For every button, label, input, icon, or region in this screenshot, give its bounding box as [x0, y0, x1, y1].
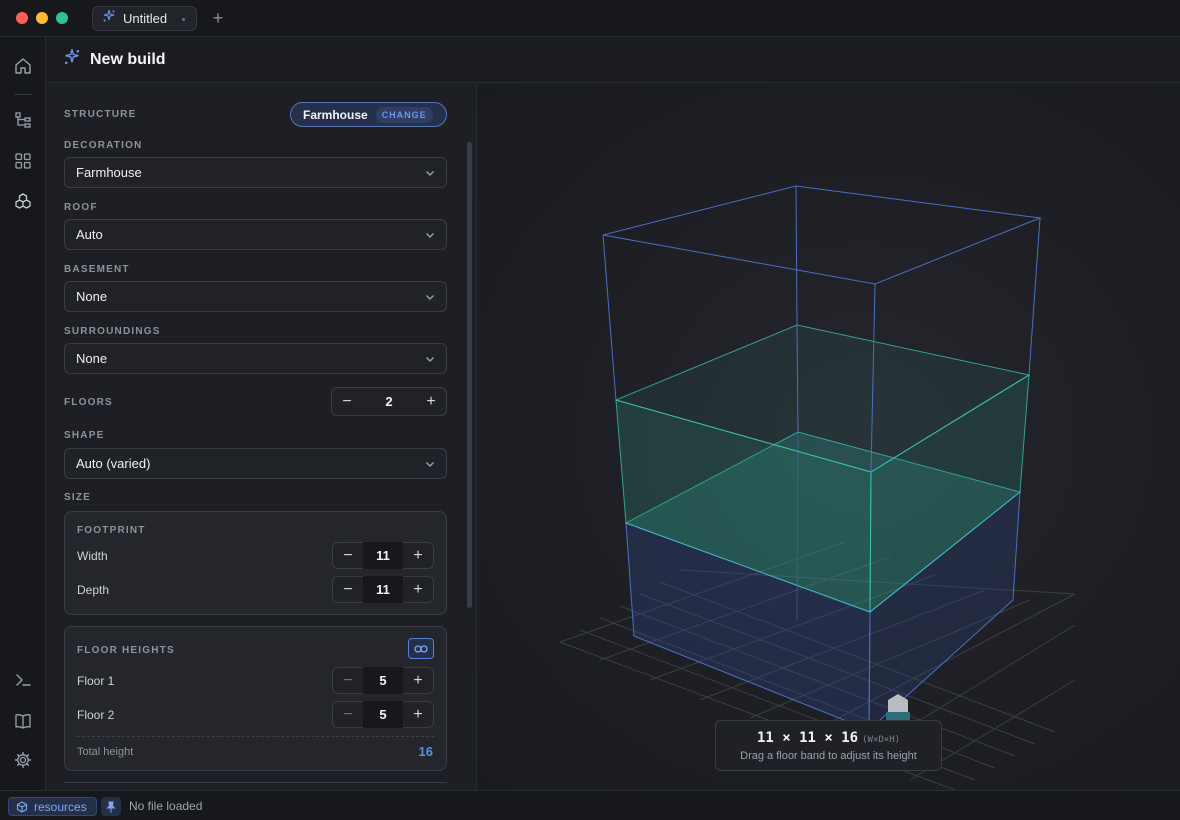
structure-pill[interactable]: Farmhouse CHANGE: [290, 102, 447, 127]
total-height-value: 16: [418, 744, 433, 759]
surroundings-select[interactable]: None: [64, 343, 447, 374]
file-status: No file loaded: [129, 799, 203, 813]
floors-increment-button[interactable]: +: [416, 388, 446, 415]
floor-1-decrement-button[interactable]: −: [333, 667, 363, 694]
terminal-icon[interactable]: [11, 668, 35, 692]
tab-close-dot[interactable]: [182, 18, 185, 21]
floors-decrement-button[interactable]: −: [332, 388, 362, 415]
floor-1-label: Floor 1: [77, 674, 115, 688]
title-bar: Untitled +: [0, 0, 1180, 37]
left-rail: [0, 37, 46, 790]
chevron-down-icon: [426, 171, 434, 176]
floor-2-decrement-button[interactable]: −: [333, 701, 363, 728]
gear-icon[interactable]: [11, 748, 35, 772]
tab-label: Untitled: [123, 11, 168, 26]
pin-button[interactable]: [101, 797, 121, 816]
floors-stepper[interactable]: − 2 +: [331, 387, 447, 416]
sparkle-icon: [102, 9, 116, 28]
decoration-select[interactable]: Farmhouse: [64, 157, 447, 188]
decoration-label: DECORATION: [64, 140, 143, 151]
roof-select[interactable]: Auto: [64, 219, 447, 250]
floor-2-label: Floor 2: [77, 708, 115, 722]
close-window-button[interactable]: [16, 12, 28, 24]
next-section-edge: [64, 782, 447, 783]
roof-value: Auto: [76, 227, 103, 242]
shape-select[interactable]: Auto (varied): [64, 448, 447, 479]
status-bar: resources No file loaded: [0, 790, 1180, 820]
viewport-hint: Drag a floor band to adjust its height: [740, 750, 917, 762]
decoration-value: Farmhouse: [76, 165, 142, 180]
footprint-label: FOOTPRINT: [77, 525, 146, 536]
shape-value: Auto (varied): [76, 456, 151, 471]
floor-1-stepper[interactable]: − 5 +: [332, 667, 434, 694]
panel-scrollbar[interactable]: [467, 142, 472, 608]
floor-2-stepper[interactable]: − 5 +: [332, 701, 434, 728]
structure-value: Farmhouse: [303, 107, 368, 122]
tree-icon[interactable]: [11, 108, 35, 132]
width-label: Width: [77, 549, 108, 563]
basement-label: BASEMENT: [64, 264, 130, 275]
pin-icon: [106, 801, 116, 812]
minimize-window-button[interactable]: [36, 12, 48, 24]
floor-1-value[interactable]: 5: [363, 667, 403, 694]
depth-decrement-button[interactable]: −: [333, 576, 363, 603]
building-preview[interactable]: [478, 84, 1180, 790]
rail-divider: [14, 94, 32, 95]
roof-label: ROOF: [64, 202, 98, 213]
floor-1-increment-button[interactable]: +: [403, 667, 433, 694]
surroundings-value: None: [76, 351, 108, 366]
new-tab-button[interactable]: +: [209, 8, 227, 28]
book-icon[interactable]: [11, 709, 35, 733]
depth-value[interactable]: 11: [363, 576, 403, 603]
width-increment-button[interactable]: +: [403, 542, 433, 569]
total-height-label: Total height: [77, 746, 134, 758]
sparkle-icon: [63, 48, 81, 71]
chevron-down-icon: [426, 233, 434, 238]
depth-label: Depth: [77, 583, 110, 597]
width-stepper[interactable]: − 11 +: [332, 542, 434, 569]
depth-stepper[interactable]: − 11 +: [332, 576, 434, 603]
home-icon[interactable]: [11, 54, 35, 78]
surroundings-label: SURROUNDINGS: [64, 326, 161, 337]
link-icon: [414, 644, 428, 653]
resources-button[interactable]: resources: [8, 797, 97, 816]
chevron-down-icon: [426, 295, 434, 300]
tab-untitled[interactable]: Untitled: [92, 6, 197, 31]
resources-label: resources: [34, 799, 87, 814]
floor-2-value[interactable]: 5: [363, 701, 403, 728]
grid-icon[interactable]: [11, 149, 35, 173]
cube-icon: [16, 800, 28, 813]
footprint-card: FOOTPRINT Width − 11 + Depth − 11 +: [64, 511, 447, 615]
floor-heights-card: FLOOR HEIGHTS Floor 1 − 5 + Floor 2 − 5 …: [64, 626, 447, 771]
dimensions-readout: 11 × 11 × 16 (W×D×H) Drag a floor band to…: [715, 720, 942, 771]
page-title: New build: [90, 50, 166, 68]
size-label: SIZE: [64, 492, 92, 503]
dimensions-value: 11 × 11 × 16: [756, 730, 859, 746]
basement-value: None: [76, 289, 108, 304]
chevron-down-icon: [426, 357, 434, 362]
basement-select[interactable]: None: [64, 281, 447, 312]
page-header: New build: [47, 37, 1180, 83]
viewport-3d[interactable]: 11 × 11 × 16 (W×D×H) Drag a floor band to…: [478, 84, 1180, 790]
structure-label: STRUCTURE: [64, 109, 137, 120]
floor-2-increment-button[interactable]: +: [403, 701, 433, 728]
link-heights-button[interactable]: [408, 638, 434, 659]
width-value[interactable]: 11: [363, 542, 403, 569]
floor-heights-label: FLOOR HEIGHTS: [77, 645, 175, 656]
shape-label: SHAPE: [64, 430, 105, 441]
build-settings-panel: STRUCTURE Farmhouse CHANGE DECORATION Fa…: [47, 84, 477, 790]
change-structure-button[interactable]: CHANGE: [375, 106, 433, 123]
cubes-icon[interactable]: [11, 189, 35, 213]
dimensions-unit: (W×D×H): [862, 735, 901, 745]
total-divider: [77, 736, 434, 737]
zoom-window-button[interactable]: [56, 12, 68, 24]
floors-value[interactable]: 2: [362, 388, 416, 415]
width-decrement-button[interactable]: −: [333, 542, 363, 569]
floors-label: FLOORS: [64, 397, 113, 408]
chevron-down-icon: [426, 462, 434, 467]
depth-increment-button[interactable]: +: [403, 576, 433, 603]
